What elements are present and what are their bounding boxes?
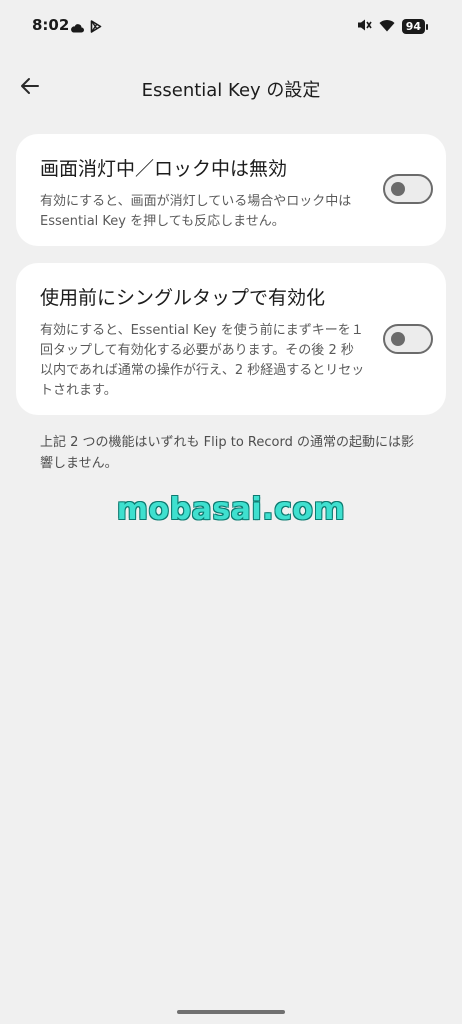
battery-icon xyxy=(426,23,428,30)
setting-description: 有効にすると、画面が消灯している場合やロック中は Essential Key を… xyxy=(40,194,352,229)
ringer-muted-icon xyxy=(356,17,372,36)
status-time: 8:02 xyxy=(32,16,70,34)
toggle-knob xyxy=(391,332,405,346)
status-right-icons: 94 xyxy=(356,17,428,36)
watermark: mobasai.com xyxy=(116,492,346,527)
toggle-knob xyxy=(391,182,405,196)
single-tap-activate-toggle[interactable] xyxy=(383,324,433,354)
play-store-icon xyxy=(90,18,102,37)
setting-description: 有効にすると、Essential Key を使う前にまずキーを１回タップして有効… xyxy=(40,323,365,398)
setting-title: 画面消灯中／ロック中は無効 xyxy=(40,158,288,180)
status-bar: 8:02 94 xyxy=(0,0,462,52)
setting-card-disable-when-locked[interactable]: 画面消灯中／ロック中は無効 有効にすると、画面が消灯している場合やロック中は E… xyxy=(16,134,446,246)
battery-level: 94 xyxy=(401,19,425,34)
app-bar: Essential Key の設定 xyxy=(0,64,462,112)
home-indicator[interactable] xyxy=(177,1010,285,1014)
footnote: 上記 2 つの機能はいずれも Flip to Record の通常の起動には影響… xyxy=(40,435,414,471)
status-left-icons xyxy=(70,18,102,37)
page-title: Essential Key の設定 xyxy=(141,80,321,101)
setting-title: 使用前にシングルタップで有効化 xyxy=(40,287,326,309)
setting-card-single-tap-activate[interactable]: 使用前にシングルタップで有効化 有効にすると、Essential Key を使う… xyxy=(16,263,446,415)
disable-when-locked-toggle[interactable] xyxy=(383,174,433,204)
cloud-icon xyxy=(70,18,84,37)
wifi-icon xyxy=(379,17,395,36)
